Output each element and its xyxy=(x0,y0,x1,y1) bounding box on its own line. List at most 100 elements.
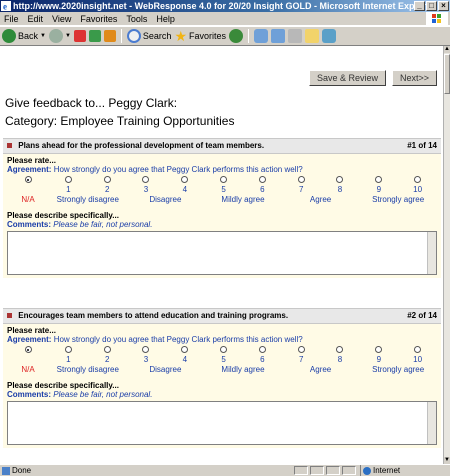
radio-8[interactable] xyxy=(336,176,344,184)
back-arrow-icon xyxy=(2,29,16,43)
textarea-scrollbar[interactable] xyxy=(427,232,436,274)
scrollbar-thumb[interactable] xyxy=(444,54,450,94)
radio-9[interactable] xyxy=(375,176,383,184)
history-icon[interactable] xyxy=(254,29,269,43)
minimize-button[interactable]: _ xyxy=(414,1,425,11)
status-text: Done xyxy=(12,466,32,475)
radio-5[interactable] xyxy=(220,346,228,354)
next-button[interactable]: Next>> xyxy=(392,70,437,86)
menu-help[interactable]: Help xyxy=(156,12,175,25)
textarea-scrollbar[interactable] xyxy=(427,402,436,444)
scale-number: 3 xyxy=(143,355,149,364)
toolbar-separator xyxy=(248,29,250,43)
rating-scale: 1 2 3 4 5 6 7 8 9 10 N/A Strongly disagr… xyxy=(7,175,437,205)
status-panel xyxy=(294,466,308,475)
radio-10[interactable] xyxy=(414,176,422,184)
menu-bar: File Edit View Favorites Tools Help xyxy=(0,12,450,26)
describe-label: Please describe specifically... xyxy=(7,381,119,390)
agreement-text: How strongly do you agree that Peggy Cla… xyxy=(53,165,303,174)
radio-na[interactable] xyxy=(24,346,32,354)
close-button[interactable]: × xyxy=(438,1,449,11)
svg-text:e: e xyxy=(3,2,7,12)
chevron-down-icon: ▼ xyxy=(64,33,71,39)
scale-number: 8 xyxy=(337,185,343,194)
page-scrollbar[interactable]: ▲ ▼ xyxy=(443,46,450,464)
comments-textarea[interactable] xyxy=(7,231,437,275)
scroll-up-arrow-icon[interactable]: ▲ xyxy=(444,46,450,53)
forward-button[interactable]: ▼ xyxy=(48,29,71,43)
radio-1[interactable] xyxy=(64,176,72,184)
menu-file[interactable]: File xyxy=(4,12,19,25)
scale-number: 1 xyxy=(66,185,71,194)
bullet-icon xyxy=(7,313,12,319)
comments-label: Comments: xyxy=(7,220,52,229)
rating-scale: 1 2 3 4 5 6 7 8 9 10 N/A Strongly disagr… xyxy=(7,345,437,375)
scale-number: 4 xyxy=(182,355,188,364)
comments-hint: Please be fair, not personal. xyxy=(53,390,153,399)
back-button[interactable]: Back ▼ xyxy=(2,29,46,43)
radio-7[interactable] xyxy=(297,176,305,184)
comments-label: Comments: xyxy=(7,390,52,399)
menu-edit[interactable]: Edit xyxy=(28,12,44,25)
radio-4[interactable] xyxy=(181,346,189,354)
security-zone: Internet xyxy=(360,465,446,476)
window-title-bar[interactable]: e http://www.2020insight.net - WebRespon… xyxy=(0,0,450,12)
scale-number: 6 xyxy=(260,185,265,194)
comments-textarea[interactable] xyxy=(7,401,437,445)
rate-label: Please rate... xyxy=(7,326,56,335)
scale-label: Agree xyxy=(309,365,332,374)
question-block: Plans ahead for the professional develop… xyxy=(3,138,441,278)
agreement-label: Agreement: xyxy=(7,165,52,174)
scale-na-label: N/A xyxy=(21,195,35,204)
radio-5[interactable] xyxy=(220,176,228,184)
scale-number: 10 xyxy=(413,185,423,194)
mail-icon[interactable] xyxy=(271,29,286,43)
radio-9[interactable] xyxy=(375,346,383,354)
scale-label: Strongly agree xyxy=(372,195,425,204)
radio-3[interactable] xyxy=(142,346,150,354)
scale-label: Disagree xyxy=(149,195,182,204)
save-review-button[interactable]: Save & Review xyxy=(309,70,386,86)
scale-number: 10 xyxy=(413,355,423,364)
scale-number: 1 xyxy=(66,355,71,364)
radio-2[interactable] xyxy=(103,176,111,184)
refresh-icon[interactable] xyxy=(88,30,101,42)
comments-line: Comments: Please be fair, not personal. xyxy=(7,220,437,229)
scroll-down-arrow-icon[interactable]: ▼ xyxy=(444,457,450,464)
status-panel xyxy=(326,466,340,475)
back-label: Back xyxy=(18,31,39,41)
radio-6[interactable] xyxy=(258,346,266,354)
rate-label: Please rate... xyxy=(7,156,56,165)
radio-3[interactable] xyxy=(142,176,150,184)
scale-na-label: N/A xyxy=(21,365,35,374)
question-title-bar: Plans ahead for the professional develop… xyxy=(3,138,441,154)
radio-6[interactable] xyxy=(258,176,266,184)
scale-number: 5 xyxy=(221,185,226,194)
question-body: Please rate... Agreement: How strongly d… xyxy=(3,324,441,448)
favorites-button[interactable]: ★ Favorites xyxy=(174,28,226,45)
question-title-bar: Encourages team members to attend educat… xyxy=(3,308,441,324)
radio-4[interactable] xyxy=(181,176,189,184)
edit-icon[interactable] xyxy=(305,29,320,43)
menu-favorites[interactable]: Favorites xyxy=(80,12,117,25)
radio-1[interactable] xyxy=(64,346,72,354)
radio-8[interactable] xyxy=(336,346,344,354)
radio-10[interactable] xyxy=(414,346,422,354)
menu-tools[interactable]: Tools xyxy=(126,12,147,25)
radio-7[interactable] xyxy=(297,346,305,354)
messenger-icon[interactable] xyxy=(322,29,337,43)
radio-na[interactable] xyxy=(24,176,32,184)
radio-2[interactable] xyxy=(103,346,111,354)
search-button[interactable]: Search xyxy=(126,29,171,43)
print-icon[interactable] xyxy=(288,29,303,43)
star-icon: ★ xyxy=(174,27,188,44)
question-number: #1 of 14 xyxy=(407,141,437,150)
stop-icon[interactable] xyxy=(73,30,86,42)
question-title: Plans ahead for the professional develop… xyxy=(18,141,265,150)
menu-view[interactable]: View xyxy=(52,12,71,25)
media-icon[interactable] xyxy=(229,29,244,43)
home-icon[interactable] xyxy=(103,30,116,42)
status-panels xyxy=(294,466,356,475)
scale-number: 2 xyxy=(104,355,110,364)
maximize-button[interactable]: □ xyxy=(426,1,437,11)
